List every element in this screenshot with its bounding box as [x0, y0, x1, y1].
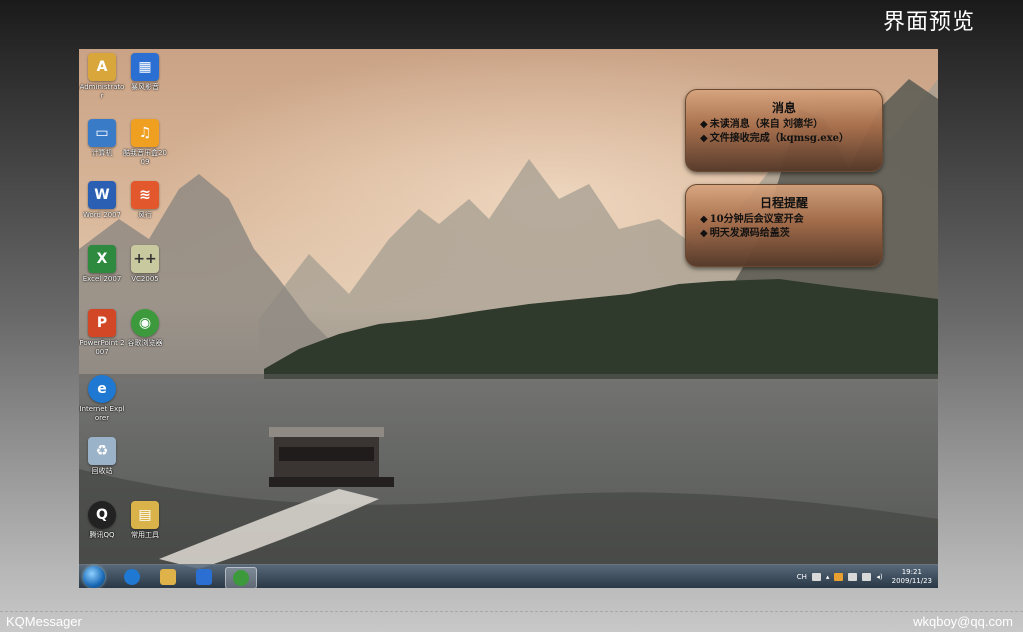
- recycle-bin-icon: ♻: [88, 437, 116, 465]
- desktop-icon-media-player[interactable]: ▦ 暴风影音: [122, 53, 168, 92]
- computer-icon: ▭: [88, 119, 116, 147]
- tray-expand-icon[interactable]: ▴: [826, 573, 830, 581]
- start-button[interactable]: [83, 566, 105, 588]
- powerpoint-icon: P: [88, 309, 116, 337]
- media-player-icon: [196, 569, 212, 585]
- desktop-icon-funshion[interactable]: ≋ 风行: [122, 181, 168, 220]
- chrome-icon: [233, 570, 249, 586]
- desktop-icon-music-box[interactable]: ♫ 酷我音乐盒2009: [122, 119, 168, 167]
- taskbar: CH ▴ ◂) 19:21 2009/11/23: [79, 564, 938, 588]
- message-popup[interactable]: 消息 ◆ 未读消息（来自 刘德华） ◆ 文件接收完成（kqmsg.exe）: [685, 89, 883, 172]
- desktop-icon-word[interactable]: W Word 2007: [79, 181, 125, 220]
- music-box-icon: ♫: [131, 119, 159, 147]
- network-icon[interactable]: [862, 573, 872, 581]
- excel-icon: X: [88, 245, 116, 273]
- user-folder-icon: A: [88, 53, 116, 81]
- input-language-indicator[interactable]: CH: [797, 573, 807, 581]
- taskbar-app-explorer[interactable]: [153, 567, 183, 587]
- desktop-icon-qq[interactable]: Q 腾讯QQ: [79, 501, 125, 540]
- tools-folder-icon: ▤: [131, 501, 159, 529]
- clock[interactable]: 19:21 2009/11/23: [892, 568, 932, 586]
- desktop-icon-vc2005[interactable]: ++ VC2005: [122, 245, 168, 284]
- clock-time: 19:21: [901, 568, 922, 576]
- clock-date: 2009/11/23: [891, 577, 932, 585]
- desktop-icon-computer[interactable]: ▭ 计算机: [79, 119, 125, 158]
- desktop-icon-ie[interactable]: e Internet Explorer: [79, 375, 125, 423]
- visual-studio-icon: ++: [131, 245, 159, 273]
- footer-divider: [0, 611, 1023, 612]
- desktop-icon-recycle-bin[interactable]: ♻ 回收站: [79, 437, 125, 476]
- desktop-icon-tools-folder[interactable]: ▤ 常用工具: [122, 501, 168, 540]
- reminder-popup-title: 日程提醒: [759, 196, 808, 210]
- taskbar-app-chrome[interactable]: [225, 567, 257, 588]
- message-line[interactable]: ◆ 未读消息（来自 刘德华）: [700, 118, 882, 132]
- funshion-icon: ≋: [131, 181, 159, 209]
- flag-icon[interactable]: [848, 573, 858, 581]
- footer-email: wkqboy@qq.com: [913, 614, 1013, 629]
- ie-icon: e: [88, 375, 116, 403]
- taskbar-app-media-player[interactable]: [189, 567, 219, 587]
- media-player-icon: ▦: [131, 53, 159, 81]
- word-icon: W: [88, 181, 116, 209]
- message-line[interactable]: ◆ 文件接收完成（kqmsg.exe）: [700, 132, 882, 146]
- footer-app-name: KQMessager: [6, 614, 82, 629]
- desktop-icon-powerpoint[interactable]: P PowerPoint 2007: [79, 309, 125, 357]
- folder-icon: [160, 569, 176, 585]
- chrome-icon: ◉: [131, 309, 159, 337]
- taskbar-app-ie[interactable]: [117, 567, 147, 587]
- system-tray: CH ▴ ◂) 19:21 2009/11/23: [797, 567, 932, 587]
- reminder-line[interactable]: ◆ 明天发源码给盖茨: [700, 227, 882, 241]
- slide-title: 界面预览: [882, 10, 975, 35]
- qq-tray-icon[interactable]: [834, 573, 844, 581]
- ie-icon: [124, 569, 140, 585]
- reminder-line[interactable]: ◆ 10分钟后会议室开会: [700, 213, 882, 227]
- reminder-popup[interactable]: 日程提醒 ◆ 10分钟后会议室开会 ◆ 明天发源码给盖茨: [685, 184, 883, 267]
- keyboard-icon[interactable]: [811, 573, 821, 581]
- desktop-icon-chrome[interactable]: ◉ 谷歌浏览器: [122, 309, 168, 348]
- volume-icon[interactable]: ◂): [876, 573, 882, 581]
- desktop-icon-administrator[interactable]: A Administrator: [79, 53, 125, 101]
- desktop-icon-excel[interactable]: X Excel 2007: [79, 245, 125, 284]
- qq-penguin-icon: Q: [88, 501, 116, 529]
- message-popup-title: 消息: [771, 101, 796, 115]
- desktop: A Administrator ▦ 暴风影音 ▭ 计算机 ♫ 酷我音乐盒2009…: [79, 49, 938, 588]
